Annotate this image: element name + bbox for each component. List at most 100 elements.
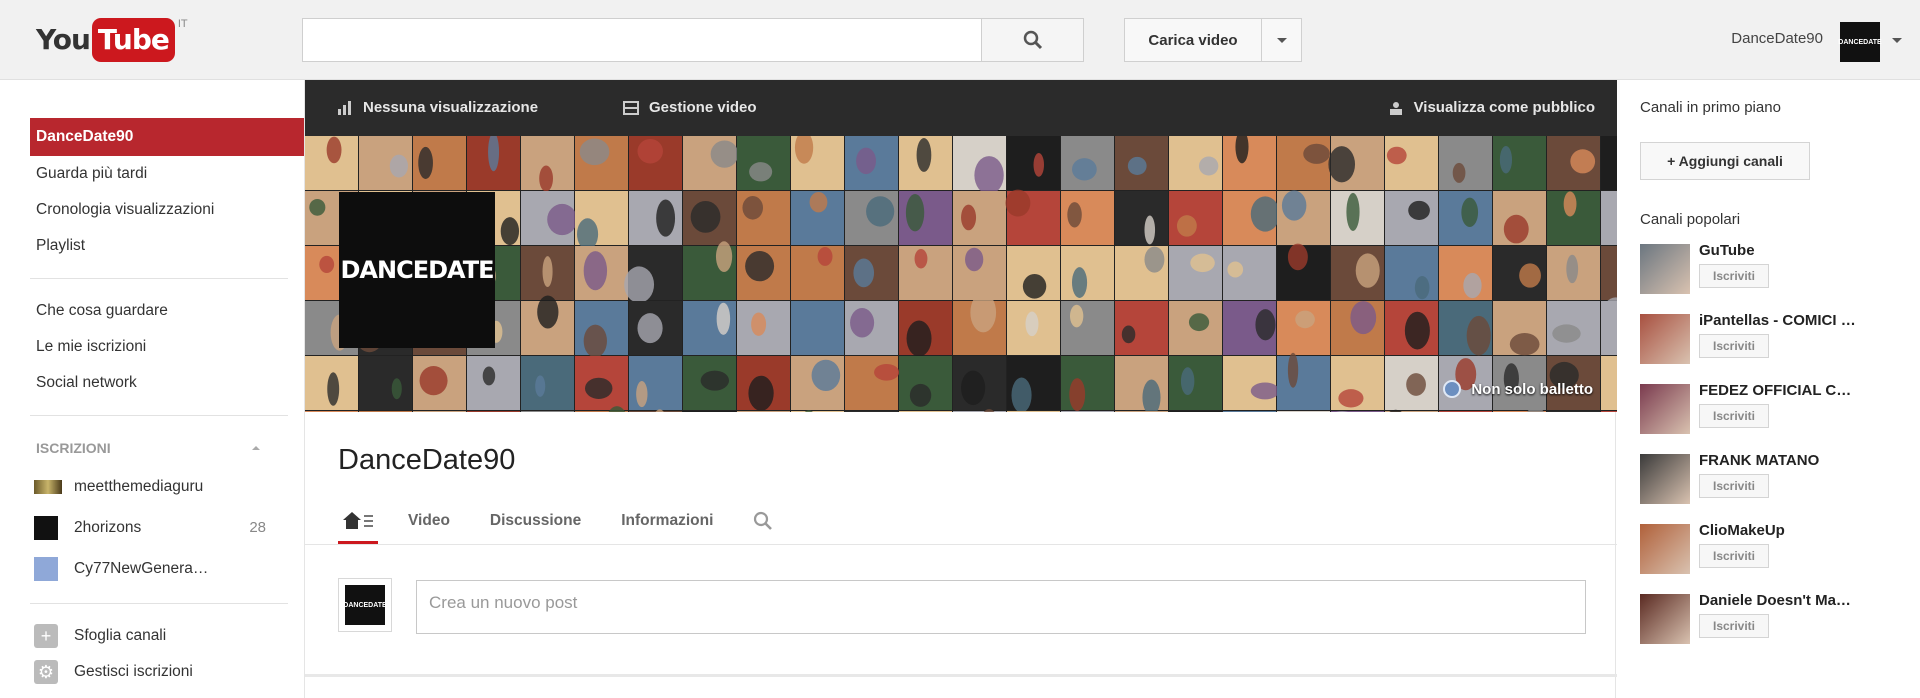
- banner-link[interactable]: Non solo balletto: [1443, 380, 1593, 398]
- mosaic-photo-detail: [1255, 309, 1276, 341]
- mosaic-photo-detail: [866, 196, 895, 227]
- channel-name[interactable]: GuTube: [1699, 242, 1899, 259]
- mosaic-photo-detail: [1011, 377, 1032, 412]
- new-post-textarea[interactable]: [416, 580, 1586, 634]
- mosaic-photo-tile: [1601, 136, 1617, 190]
- tab-home[interactable]: [338, 498, 378, 544]
- video-manager-link[interactable]: Gestione video: [623, 80, 757, 136]
- mosaic-photo-tile: [1061, 411, 1114, 412]
- channel-avatar[interactable]: [1640, 524, 1690, 574]
- subscribe-button[interactable]: Iscriviti: [1699, 614, 1769, 638]
- mosaic-photo-detail: [716, 302, 731, 335]
- guide-item-history[interactable]: Cronologia visualizzazioni: [30, 192, 304, 228]
- mosaic-photo-detail: [1406, 373, 1426, 396]
- logo-tube: Tube: [91, 18, 175, 62]
- account-menu-chevron-icon[interactable]: [1892, 38, 1902, 43]
- channel-name[interactable]: FRANK MATANO: [1699, 452, 1899, 469]
- mosaic-photo-detail: [1563, 191, 1577, 217]
- guide-item-social[interactable]: Social network: [30, 365, 304, 401]
- mosaic-photo-detail: [961, 370, 986, 406]
- mosaic-photo-detail: [579, 138, 610, 166]
- popular-channel-item: iPantellas - COMICI … Iscriviti: [1640, 302, 1910, 372]
- upload-video-button[interactable]: Carica video: [1124, 18, 1262, 62]
- subscribe-button[interactable]: Iscriviti: [1699, 474, 1769, 498]
- popular-channel-item: ClioMakeUp Iscriviti: [1640, 512, 1910, 582]
- subscription-item[interactable]: Cy77NewGenera…: [30, 548, 304, 589]
- tab-about[interactable]: Informazioni: [621, 498, 713, 544]
- mosaic-photo-detail: [1408, 200, 1430, 220]
- mosaic-photo-detail: [583, 251, 608, 291]
- mosaic-photo-detail: [500, 217, 520, 246]
- mosaic-photo-detail: [1144, 215, 1156, 245]
- subscribe-button[interactable]: Iscriviti: [1699, 404, 1769, 428]
- popular-channels-heading: Canali popolari: [1640, 211, 1741, 228]
- mosaic-photo-detail: [1250, 382, 1280, 400]
- collapse-arrow-icon[interactable]: [252, 446, 260, 450]
- mosaic-photo-detail: [914, 249, 928, 269]
- browse-channels-link[interactable]: + Sfoglia canali: [30, 618, 304, 654]
- mosaic-photo-detail: [1509, 333, 1540, 356]
- subscribe-button[interactable]: Iscriviti: [1699, 264, 1769, 288]
- channel-name[interactable]: FEDEZ OFFICIAL C…: [1699, 382, 1899, 399]
- channel-avatar[interactable]: [1640, 244, 1690, 294]
- manage-subscriptions-link[interactable]: ⚙ Gestisci iscrizioni: [30, 654, 304, 690]
- plus-icon: +: [34, 624, 58, 648]
- mosaic-photo-detail: [309, 198, 326, 216]
- mosaic-photo-tile: [629, 356, 682, 410]
- channel-avatar[interactable]: [1640, 454, 1690, 504]
- channel-avatar[interactable]: [1640, 594, 1690, 644]
- logo-country-code: IT: [177, 18, 188, 30]
- mosaic-photo-detail: [1404, 311, 1430, 350]
- channel-name[interactable]: iPantellas - COMICI …: [1699, 312, 1899, 329]
- view-as-public-link[interactable]: Visualizza come pubblico: [1388, 80, 1595, 136]
- subscriptions-heading[interactable]: ISCRIZIONI: [30, 430, 304, 466]
- tab-discussion[interactable]: Discussione: [490, 498, 581, 544]
- mosaic-photo-tile: [1115, 191, 1168, 245]
- mosaic-photo-tile: [1601, 191, 1617, 245]
- mosaic-photo-detail: [547, 203, 578, 236]
- search-button[interactable]: [982, 18, 1084, 62]
- channel-name[interactable]: ClioMakeUp: [1699, 522, 1899, 539]
- mosaic-photo-detail: [637, 313, 663, 344]
- subscribe-button[interactable]: Iscriviti: [1699, 544, 1769, 568]
- mosaic-photo-detail: [1355, 253, 1380, 288]
- add-channels-button[interactable]: + Aggiungi canali: [1640, 142, 1810, 180]
- mosaic-photo-detail: [856, 147, 877, 175]
- mosaic-photo-detail: [961, 204, 977, 231]
- mosaic-photo-detail: [418, 146, 433, 180]
- mosaic-photo-detail: [710, 140, 739, 168]
- subscription-item[interactable]: meetthemediaguru: [30, 466, 304, 507]
- guide-item-playlist[interactable]: Playlist: [30, 228, 304, 264]
- views-link[interactable]: Nessuna visualizzazione: [337, 80, 538, 136]
- mosaic-photo-tile: [737, 411, 790, 412]
- guide-item-watch-later[interactable]: Guarda più tardi: [30, 156, 304, 192]
- subscribe-button[interactable]: Iscriviti: [1699, 334, 1769, 358]
- guide-item-channel[interactable]: DanceDate90: [30, 118, 304, 156]
- mosaic-photo-detail: [1005, 189, 1031, 217]
- mosaic-photo-detail: [535, 375, 546, 397]
- channel-name[interactable]: Daniele Doesn't Ma…: [1699, 592, 1899, 609]
- mosaic-photo-tile: [1061, 246, 1114, 300]
- mosaic-photo-detail: [751, 312, 767, 336]
- tab-search[interactable]: [753, 498, 773, 544]
- mosaic-photo-tile: [1601, 411, 1617, 412]
- mosaic-photo-tile: [1169, 191, 1222, 245]
- youtube-logo[interactable]: You Tube IT: [36, 18, 188, 62]
- tab-video[interactable]: Video: [408, 498, 450, 544]
- guide-item-my-subscriptions[interactable]: Le mie iscrizioni: [30, 329, 304, 365]
- post-avatar: DANCEDATE: [338, 578, 392, 632]
- upload-dropdown-button[interactable]: [1262, 18, 1302, 62]
- mosaic-photo-tile: [1547, 411, 1600, 412]
- channel-avatar[interactable]: [1640, 384, 1690, 434]
- banner-photo-mosaic: [305, 136, 1617, 412]
- mosaic-photo-tile: [683, 411, 736, 412]
- mosaic-photo-detail: [742, 196, 764, 220]
- mosaic-photo-detail: [1350, 301, 1377, 335]
- mosaic-photo-tile: [1115, 301, 1168, 355]
- search-input[interactable]: [302, 18, 982, 62]
- guide-item-what-to-watch[interactable]: Che cosa guardare: [30, 293, 304, 329]
- account-avatar[interactable]: DANCEDATE: [1838, 22, 1882, 62]
- account-name[interactable]: DanceDate90: [1731, 30, 1823, 47]
- channel-avatar[interactable]: [1640, 314, 1690, 364]
- subscription-item[interactable]: 2horizons 28: [30, 507, 304, 548]
